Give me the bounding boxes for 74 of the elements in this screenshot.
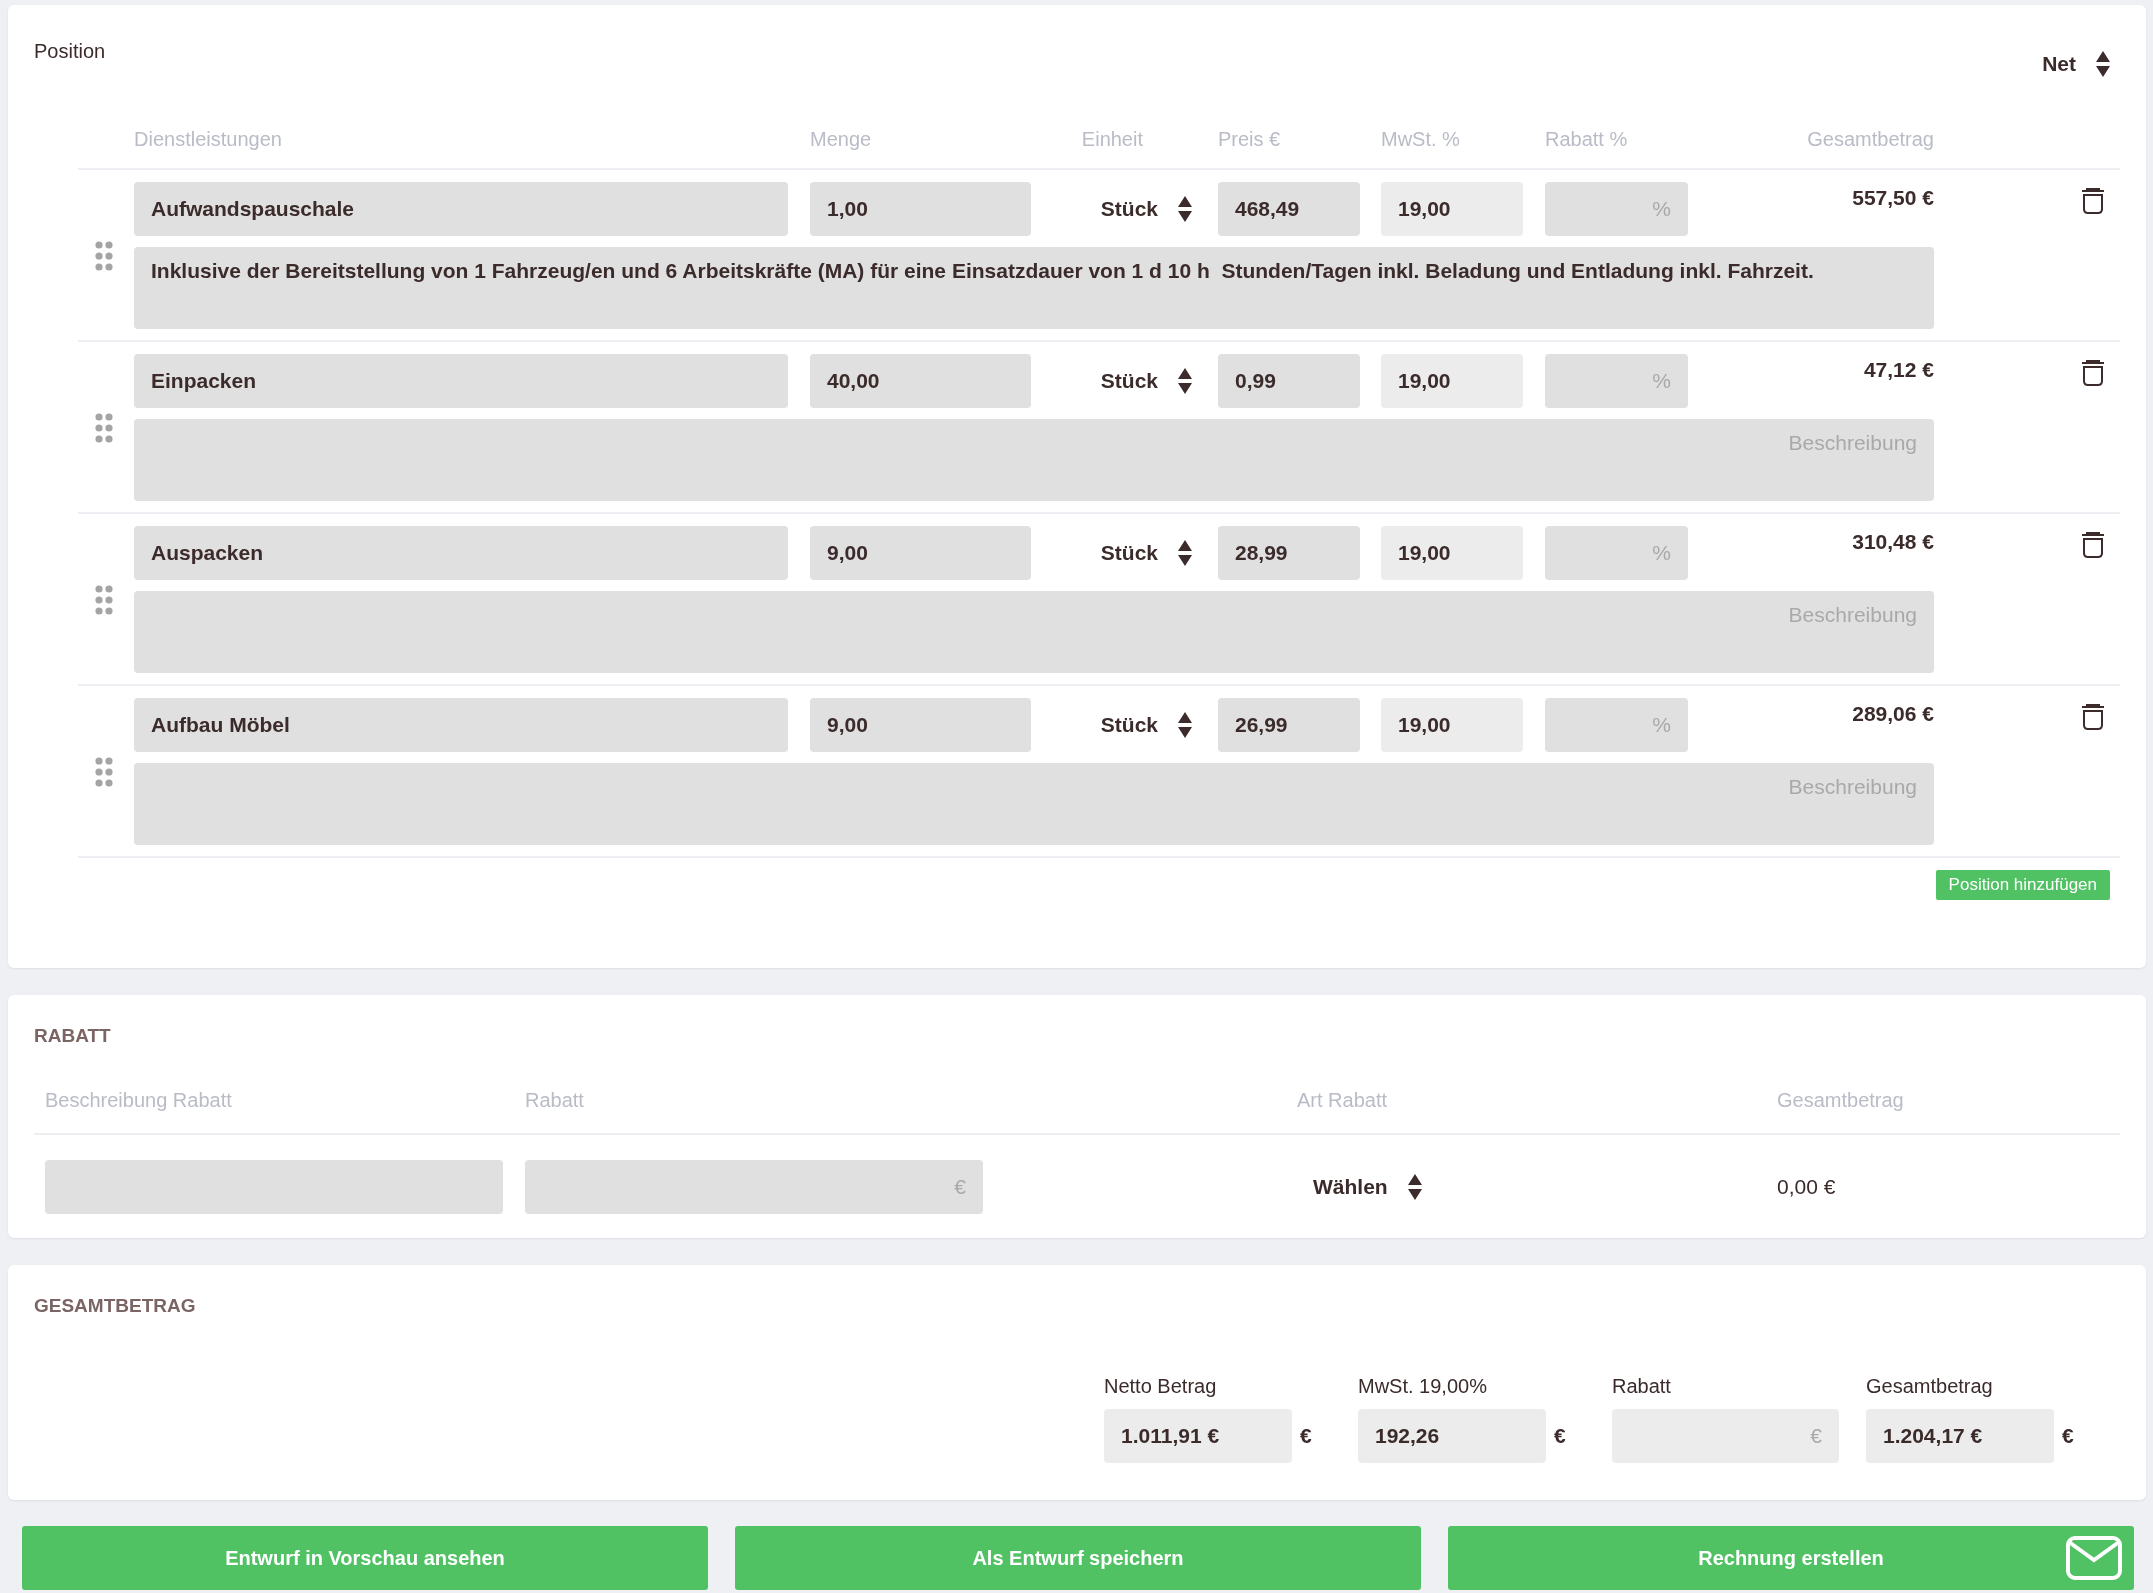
amount-field[interactable]: 1.204,17 € bbox=[1866, 1409, 2054, 1463]
row-total: 557,50 € bbox=[1851, 185, 1934, 211]
discount-field[interactable]: % bbox=[1545, 354, 1688, 408]
vat-field[interactable]: 19,00 bbox=[1381, 526, 1523, 580]
envelope-icon bbox=[2066, 1536, 2122, 1580]
price-field[interactable]: 468,49 bbox=[1218, 182, 1360, 236]
name-field[interactable]: Auspacken bbox=[134, 526, 788, 580]
discount-type-select[interactable]: Wählen bbox=[1313, 1174, 1422, 1200]
amount-field[interactable]: 192,26 bbox=[1358, 1409, 1546, 1463]
field-label: Netto Betrag bbox=[1104, 1375, 1218, 1398]
sort-arrows-icon bbox=[1178, 196, 1192, 222]
trash-icon[interactable] bbox=[2081, 704, 2105, 730]
unit-select[interactable]: Stück bbox=[1100, 368, 1192, 394]
name-field[interactable]: Aufbau Möbel bbox=[134, 698, 788, 752]
vat-field[interactable]: 19,00 bbox=[1381, 354, 1523, 408]
field-label: Rabatt bbox=[1612, 1375, 1672, 1398]
column-header: Preis € bbox=[1218, 128, 1282, 151]
amount-field[interactable]: 1.011,91 € bbox=[1104, 1409, 1292, 1463]
currency-label: € bbox=[1300, 1424, 1312, 1448]
row-total: 47,12 € bbox=[1862, 357, 1934, 383]
discount-field[interactable]: % bbox=[1545, 698, 1688, 752]
field-label: Gesamtbetrag bbox=[1866, 1375, 1994, 1398]
row-total: 289,06 € bbox=[1851, 701, 1934, 727]
discount-field[interactable]: % bbox=[1545, 526, 1688, 580]
unit-select[interactable]: Stück bbox=[1100, 196, 1192, 222]
unit-select[interactable]: Stück bbox=[1100, 540, 1192, 566]
column-header: Gesamtbetrag bbox=[1776, 1089, 1905, 1113]
field-label: MwSt. 19,00% bbox=[1358, 1375, 1488, 1398]
trash-icon[interactable] bbox=[2081, 188, 2105, 214]
amount-field[interactable]: € bbox=[1612, 1409, 1839, 1463]
quantity-field[interactable]: 9,00 bbox=[810, 698, 1031, 752]
quantity-field[interactable]: 9,00 bbox=[810, 526, 1031, 580]
vat-field[interactable]: 19,00 bbox=[1381, 182, 1523, 236]
quantity-field[interactable]: 40,00 bbox=[810, 354, 1031, 408]
sort-arrows-icon bbox=[1178, 712, 1192, 738]
trash-icon[interactable] bbox=[2081, 360, 2105, 386]
sort-arrows-icon bbox=[1407, 1174, 1422, 1200]
quantity-field[interactable]: 1,00 bbox=[810, 182, 1031, 236]
drag-handle-icon[interactable] bbox=[95, 240, 113, 271]
name-field[interactable]: Einpacken bbox=[134, 354, 788, 408]
price-field[interactable]: 0,99 bbox=[1218, 354, 1360, 408]
row-total: 310,48 € bbox=[1851, 529, 1934, 555]
vat-field[interactable]: 19,00 bbox=[1381, 698, 1523, 752]
discount-total: 0,00 € bbox=[1776, 1175, 1837, 1199]
sort-arrows-icon bbox=[1178, 540, 1192, 566]
sort-arrows-icon bbox=[1178, 368, 1192, 394]
section-title: GESAMTBETRAG bbox=[34, 1295, 197, 1317]
section-title: RABATT bbox=[34, 1025, 112, 1047]
column-header: Dienstleistungen bbox=[134, 128, 283, 151]
currency-label: € bbox=[1554, 1424, 1566, 1448]
sort-arrows-icon bbox=[2096, 51, 2110, 77]
price-mode-select[interactable]: Net bbox=[2042, 51, 2110, 77]
description-field[interactable]: Inklusive der Bereitstellung von 1 Fahrzeug/en und 6 Arbeitskräfte (MA) für eine Einsatzdauer von 1 d 10 h Stunden/Tagen inkl. Beladung und Entladung inkl. Fahrzeit. bbox=[134, 247, 1934, 329]
column-header: Rabatt bbox=[524, 1089, 585, 1113]
column-header: Beschreibung Rabatt bbox=[44, 1089, 233, 1113]
price-field[interactable]: 26,99 bbox=[1218, 698, 1360, 752]
column-header: Gesamtbetrag bbox=[1806, 128, 1934, 151]
trash-icon[interactable] bbox=[2081, 532, 2105, 558]
column-header: Einheit bbox=[1080, 128, 1144, 151]
column-header: Rabatt % bbox=[1545, 128, 1629, 151]
column-header: MwSt. % bbox=[1381, 128, 1461, 151]
drag-handle-icon[interactable] bbox=[95, 412, 113, 443]
discount-description-field[interactable] bbox=[45, 1160, 503, 1214]
discount-field[interactable]: % bbox=[1545, 182, 1688, 236]
price-field[interactable]: 28,99 bbox=[1218, 526, 1360, 580]
currency-label: € bbox=[2062, 1424, 2074, 1448]
discount-amount-field[interactable]: € bbox=[525, 1160, 983, 1214]
drag-handle-icon[interactable] bbox=[95, 584, 113, 615]
unit-select[interactable]: Stück bbox=[1100, 712, 1192, 738]
column-header: Art Rabatt bbox=[1296, 1089, 1389, 1113]
column-header: Menge bbox=[810, 128, 873, 151]
name-field[interactable]: Aufwandspauschale bbox=[134, 182, 788, 236]
drag-handle-icon[interactable] bbox=[95, 756, 113, 787]
section-title: Position bbox=[34, 39, 106, 63]
